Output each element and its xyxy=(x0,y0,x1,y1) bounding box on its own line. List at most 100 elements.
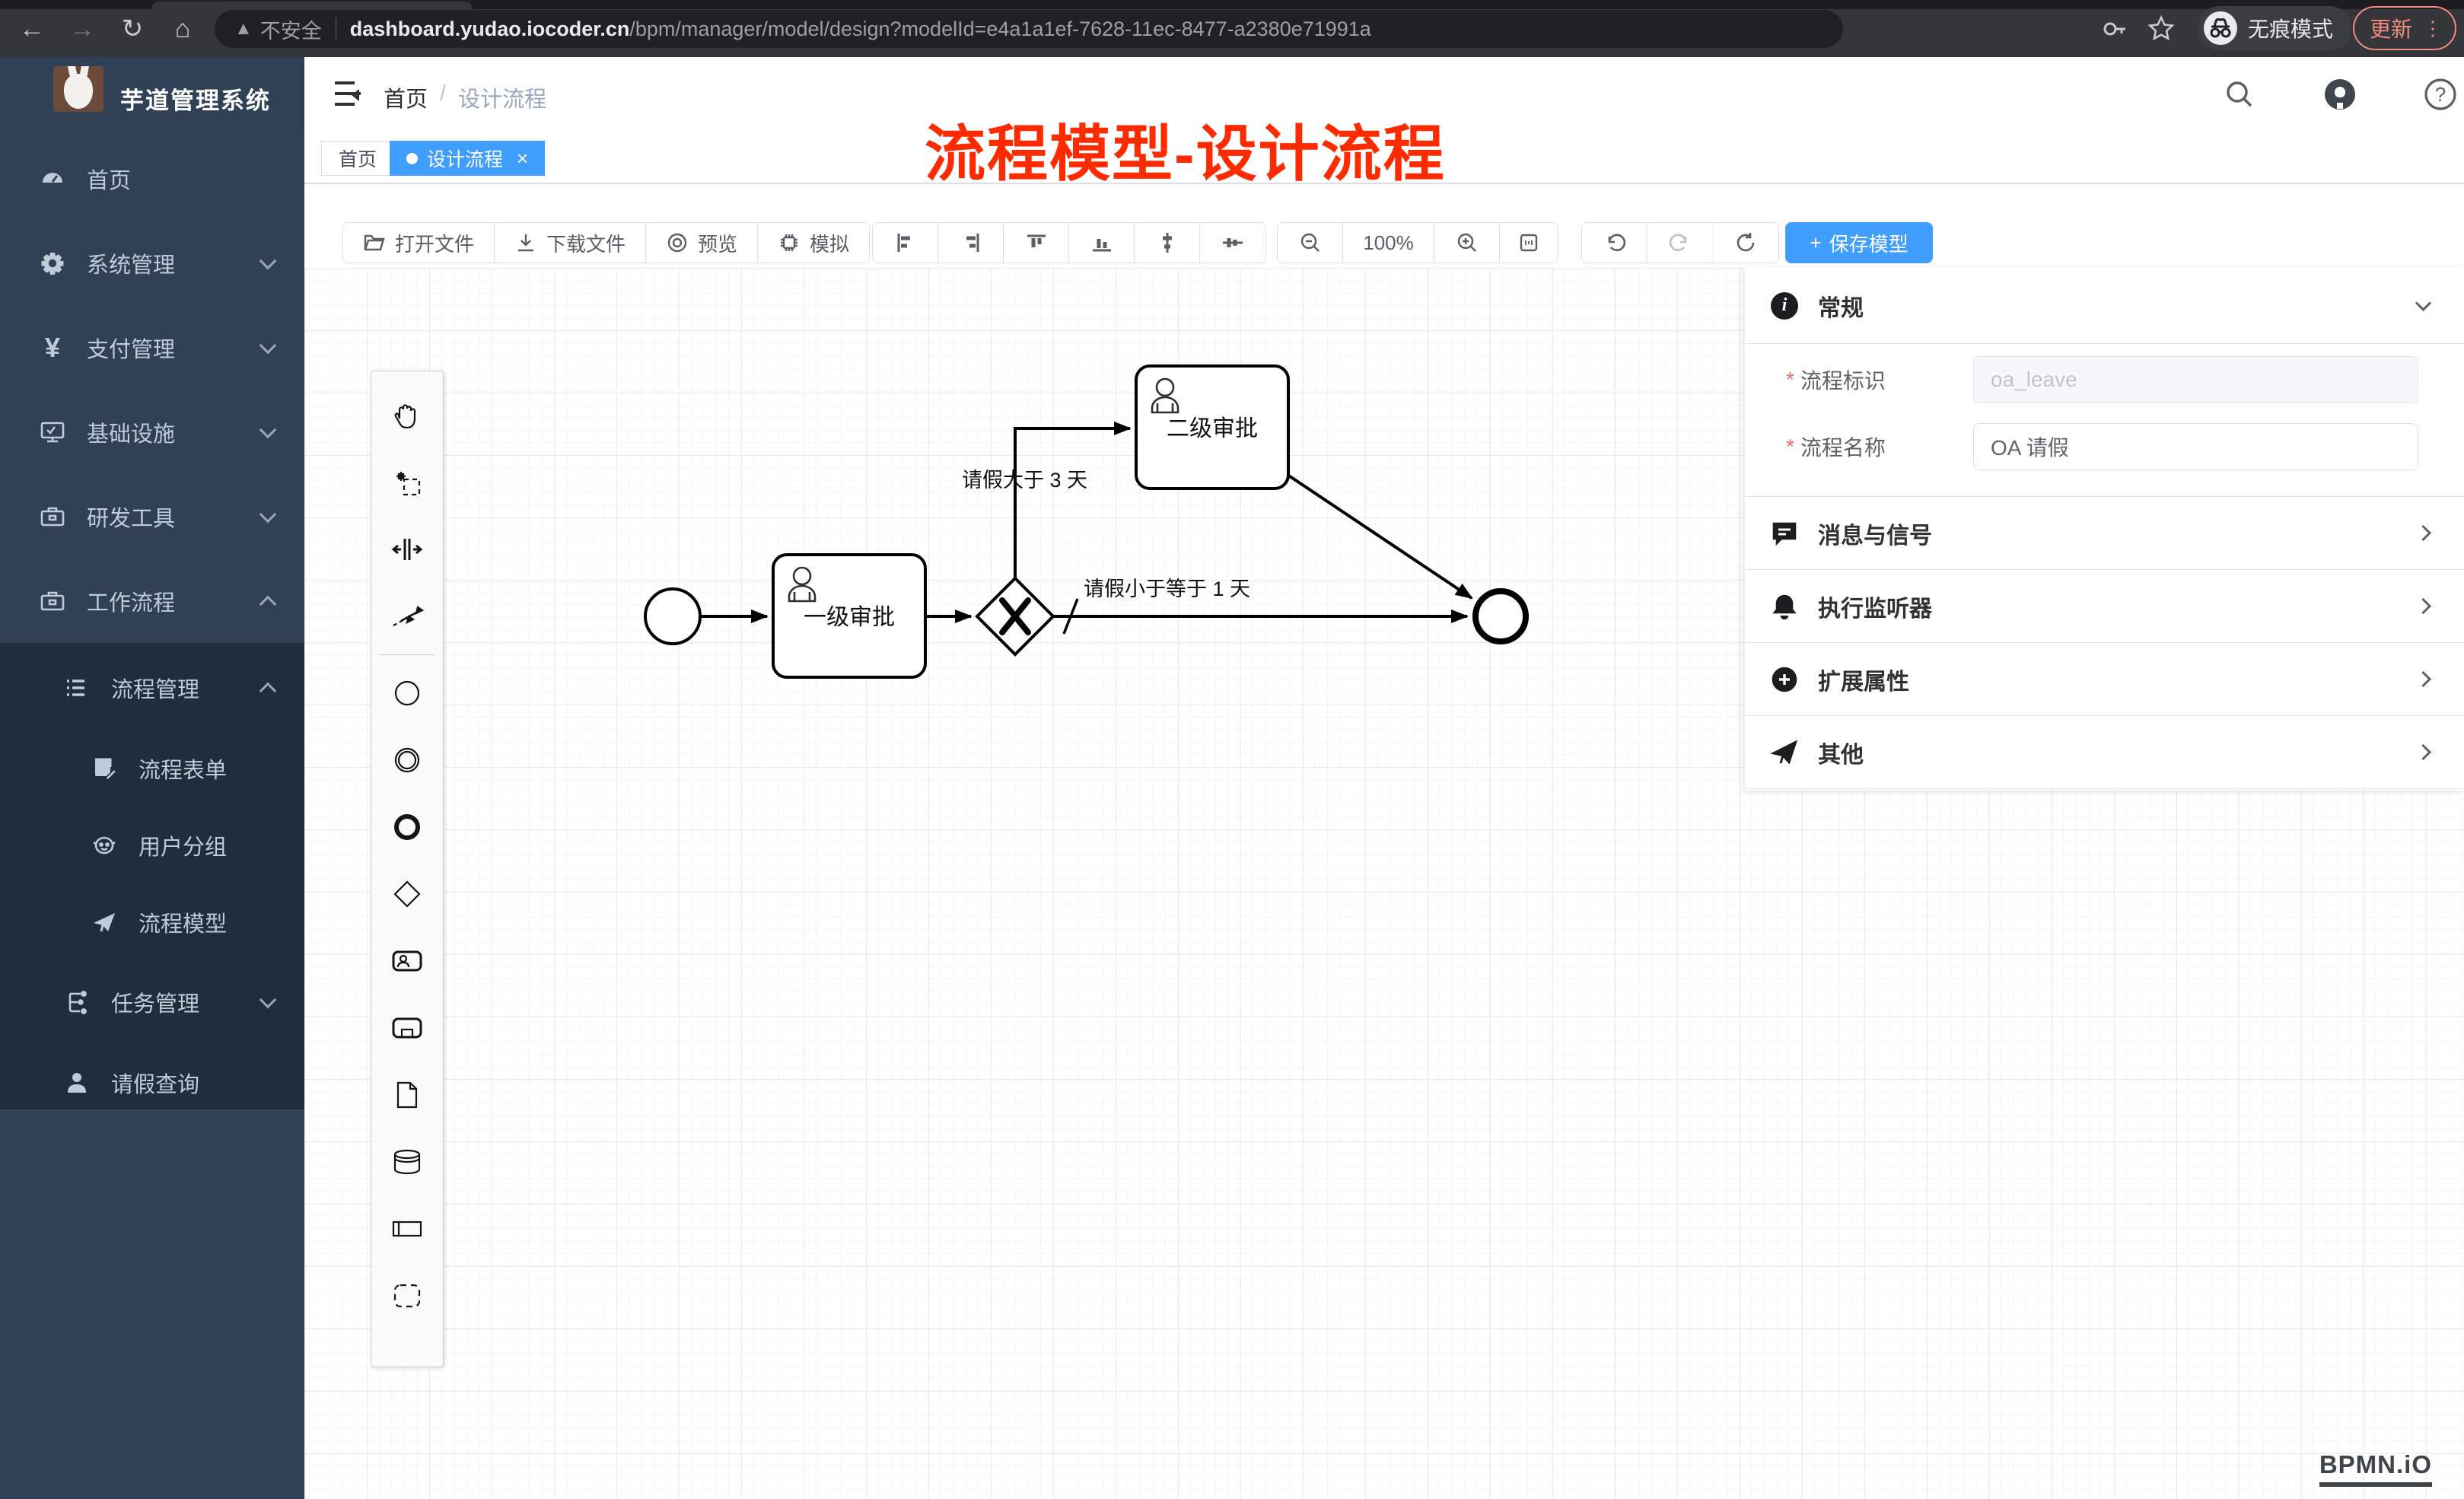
logo-row: 芋道管理系统 xyxy=(0,57,304,133)
panel-section-listeners[interactable]: 执行监听器 xyxy=(1745,570,2464,643)
sidebar-item-task-mgmt[interactable]: 任务管理 xyxy=(0,960,304,1044)
back-icon[interactable]: ← xyxy=(17,14,47,44)
sidebar: 芋道管理系统 首页 系统管理 ¥ 支付管理 基础设施 xyxy=(0,57,304,1499)
sidebar-item-label: 流程表单 xyxy=(138,753,227,785)
chevron-down-icon xyxy=(2415,295,2431,311)
reload-icon[interactable]: ↻ xyxy=(117,14,148,44)
close-tab-icon[interactable]: × xyxy=(517,147,528,170)
info-icon: i xyxy=(1771,292,1798,320)
chevron-down-icon xyxy=(259,506,277,524)
chevron-right-icon xyxy=(2415,525,2431,541)
start-event[interactable] xyxy=(645,589,700,644)
chevron-right-icon xyxy=(2415,598,2431,614)
chevron-down-icon xyxy=(259,422,277,439)
svg-text:?: ? xyxy=(2435,83,2446,106)
security-label[interactable]: 不安全 xyxy=(260,14,322,44)
field-label: 流程标识 xyxy=(1800,364,1919,395)
warning-icon: ▲ xyxy=(234,18,253,40)
condition-label-le1: 请假小于等于 1 天 xyxy=(1084,578,1250,600)
incognito-spy-icon xyxy=(2204,11,2237,45)
field-process-key: * 流程标识 xyxy=(1745,355,2464,404)
collapse-sidebar-icon[interactable] xyxy=(327,80,361,110)
section-title: 执行监听器 xyxy=(1818,590,1932,623)
end-event[interactable] xyxy=(1476,591,1526,641)
sidebar-item-process-mgmt[interactable]: 流程管理 xyxy=(0,646,304,730)
sidebar-item-label: 基础设施 xyxy=(87,416,175,448)
sidebar-item-label: 流程模型 xyxy=(138,906,227,938)
sidebar-item-infra[interactable]: 基础设施 xyxy=(0,390,304,474)
view-tab-design[interactable]: 设计流程 × xyxy=(390,141,545,176)
paper-plane-icon xyxy=(1771,739,1798,766)
bpmn-canvas[interactable]: 打开文件 下载文件 预览 模拟 xyxy=(304,184,2464,1499)
bookmark-star-icon[interactable] xyxy=(2147,15,2175,43)
task1-label: 一级审批 xyxy=(804,605,895,630)
github-icon[interactable] xyxy=(2322,77,2357,112)
face-icon xyxy=(91,832,117,858)
panel-section-other[interactable]: 其他 xyxy=(1745,716,2464,789)
url-path: /bpm/manager/model/design?modelId=e4a1a1… xyxy=(629,18,1370,41)
required-mark: * xyxy=(1786,368,1794,392)
tab-label: 首页 xyxy=(339,145,377,172)
section-title: 扩展属性 xyxy=(1818,663,1909,696)
condition-label-gt3: 请假大于 3 天 xyxy=(962,469,1087,492)
section-title: 其他 xyxy=(1818,736,1864,769)
list-icon xyxy=(64,675,90,701)
sidebar-item-process-form[interactable]: 流程表单 xyxy=(0,727,304,810)
view-tab-home[interactable]: 首页 xyxy=(321,141,394,176)
screen: ← → ↻ ⌂ ▲ 不安全 dashboard.yudao.iocoder.cn… xyxy=(0,0,2464,1499)
chevron-up-icon xyxy=(259,596,277,613)
chevron-right-icon xyxy=(2415,671,2431,687)
search-icon[interactable] xyxy=(2222,77,2257,112)
properties-panel: i 常规 * 流程标识 * 流程名称 消息与信号 xyxy=(1745,268,2464,790)
sidebar-item-home[interactable]: 首页 xyxy=(0,137,304,221)
url-host: dashboard.yudao.iocoder.cn xyxy=(350,18,630,41)
flow-gateway-to-task2[interactable] xyxy=(1015,428,1130,578)
forward-icon[interactable]: → xyxy=(67,14,97,44)
bpmn-io-watermark[interactable]: BPMN.iO xyxy=(2319,1450,2432,1487)
sidebar-item-label: 工作流程 xyxy=(87,585,175,617)
sidebar-item-label: 请假查询 xyxy=(111,1067,199,1099)
yen-icon: ¥ xyxy=(40,335,65,361)
password-key-icon[interactable] xyxy=(2100,15,2128,43)
sidebar-item-leave-query[interactable]: 请假查询 xyxy=(0,1041,304,1125)
sidebar-item-system[interactable]: 系统管理 xyxy=(0,221,304,305)
required-mark: * xyxy=(1786,434,1794,459)
sidebar-item-label: 研发工具 xyxy=(87,501,175,533)
panel-section-extensions[interactable]: 扩展属性 xyxy=(1745,643,2464,716)
help-icon[interactable]: ? xyxy=(2423,77,2458,112)
bell-icon xyxy=(1771,593,1798,620)
address-bar[interactable]: ▲ 不安全 dashboard.yudao.iocoder.cn/bpm/man… xyxy=(215,10,1843,48)
sidebar-item-label: 任务管理 xyxy=(111,986,199,1018)
browser-active-tab[interactable] xyxy=(152,2,472,9)
chevron-right-icon xyxy=(2415,744,2431,760)
section-title: 常规 xyxy=(1818,289,1864,323)
monitor-icon xyxy=(40,419,65,445)
annotation-title: 流程模型-设计流程 xyxy=(925,105,1446,193)
incognito-label: 无痕模式 xyxy=(2248,13,2333,43)
panel-section-messages[interactable]: 消息与信号 xyxy=(1745,497,2464,570)
home-icon[interactable]: ⌂ xyxy=(167,14,198,44)
tree-icon xyxy=(64,989,90,1015)
sidebar-item-devtools[interactable]: 研发工具 xyxy=(0,475,304,559)
sidebar-item-process-model[interactable]: 流程模型 xyxy=(0,880,304,964)
field-label: 流程名称 xyxy=(1800,431,1919,462)
sidebar-item-payment[interactable]: ¥ 支付管理 xyxy=(0,306,304,390)
sidebar-item-label: 流程管理 xyxy=(111,672,199,704)
sidebar-item-workflow[interactable]: 工作流程 xyxy=(0,559,304,643)
flow-task2-to-end[interactable] xyxy=(1288,475,1472,598)
browser-menu-icon[interactable]: ⋮ xyxy=(2423,17,2443,40)
active-dot-icon xyxy=(406,153,418,164)
panel-section-general[interactable]: i 常规 xyxy=(1745,268,2464,344)
paper-plane-icon xyxy=(91,909,117,935)
plus-circle-icon xyxy=(1771,666,1798,693)
person-icon xyxy=(64,1070,90,1096)
process-key-input[interactable] xyxy=(1973,356,2418,403)
sidebar-item-label: 支付管理 xyxy=(87,332,175,364)
update-button[interactable]: 更新 ⋮ xyxy=(2353,6,2456,50)
process-name-input[interactable] xyxy=(1973,423,2418,470)
sidebar-item-user-group[interactable]: 用户分组 xyxy=(0,804,304,887)
app-title: 芋道管理系统 xyxy=(120,81,271,116)
breadcrumb-current: 设计流程 xyxy=(458,81,546,113)
breadcrumb-home[interactable]: 首页 xyxy=(384,81,428,113)
update-label: 更新 xyxy=(2370,13,2412,43)
